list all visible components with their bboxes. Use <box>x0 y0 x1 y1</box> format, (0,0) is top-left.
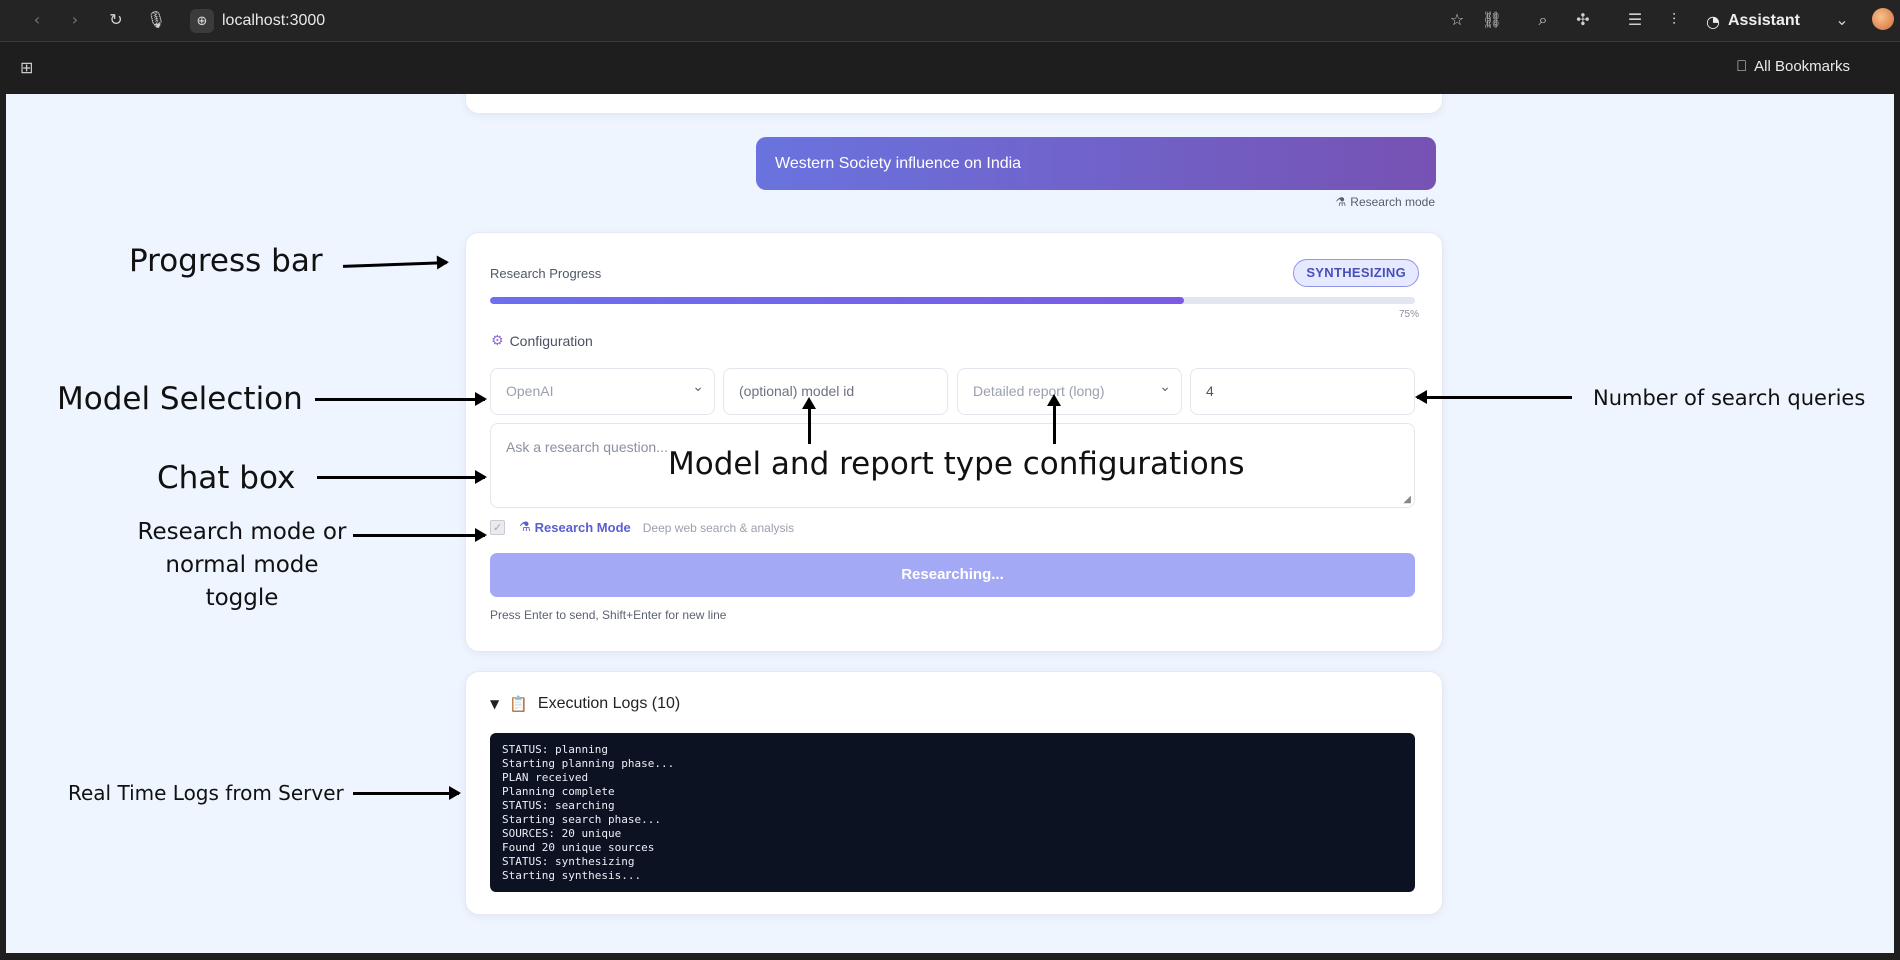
progress-bar <box>490 297 1415 304</box>
all-bookmarks-button[interactable]: ⎕ All Bookmarks <box>1737 57 1850 75</box>
log-line: Found 20 unique sources <box>502 841 655 854</box>
arrow-up-icon <box>802 397 816 444</box>
execution-logs-card: ▼ 📋 Execution Logs (10) STATUS: planning… <box>465 671 1443 915</box>
microphone-icon[interactable]: 🎙 <box>143 7 169 33</box>
chevron-down-icon[interactable]: ⌄ <box>1829 7 1855 33</box>
address-bar[interactable]: ⊕ localhost:3000 <box>190 6 325 36</box>
configuration-heading: ⚙ Configuration <box>491 333 593 349</box>
annotation-research-toggle: Research mode or normal mode toggle <box>137 519 347 611</box>
assistant-label: Assistant <box>1727 12 1800 29</box>
url-text: localhost:3000 <box>222 12 326 29</box>
research-mode-checkbox[interactable]: ✓ <box>490 520 505 535</box>
audio-wave-icon[interactable]: ⫶ <box>1661 7 1687 33</box>
log-line: STATUS: searching <box>502 799 615 812</box>
arrow-icon <box>1415 390 1572 404</box>
log-line: STATUS: planning <box>502 743 608 756</box>
mode-tag-label: Research mode <box>1350 195 1435 209</box>
question-placeholder: Ask a research question... <box>506 439 668 455</box>
browser-toolbar: ‹ › ↻ 🎙 ⊕ localhost:3000 ☆ ⛓ ⌕ ✣ ☰ ⫶ ◔ A… <box>0 0 1900 42</box>
clipboard-icon: 📋 <box>509 695 528 713</box>
annotation-chat-box: Chat box <box>157 460 296 496</box>
annotation-num-queries: Number of search queries <box>1593 386 1866 410</box>
extensions-icon[interactable]: ✣ <box>1570 7 1596 33</box>
log-line: Starting synthesis... <box>502 869 642 882</box>
research-mode-label: Research Mode <box>534 520 631 535</box>
configuration-title: Configuration <box>509 333 593 349</box>
forward-icon[interactable]: › <box>62 7 88 33</box>
annotation-progress-bar: Progress bar <box>129 243 323 279</box>
flask-icon: ⚗ <box>519 520 531 535</box>
bookmarks-bar: ⊞ ⎕ All Bookmarks <box>0 43 1900 94</box>
gear-icon: ⚙ <box>491 333 504 349</box>
annotation-logs: Real Time Logs from Server <box>68 781 344 805</box>
resize-handle-icon[interactable]: ◢ <box>1403 494 1411 505</box>
report-type-select[interactable]: Detailed report (long) <box>957 365 1182 415</box>
provider-select[interactable]: OpenAI <box>490 365 715 415</box>
research-progress-label: Research Progress <box>490 266 602 281</box>
message-mode-tag: ⚗ Research mode <box>1336 195 1435 209</box>
all-bookmarks-label: All Bookmarks <box>1754 57 1850 75</box>
submit-button[interactable]: Researching... <box>490 553 1415 597</box>
research-mode-description: Deep web search & analysis <box>642 520 795 535</box>
bookmark-folder-icon: ⎕ <box>1737 57 1747 75</box>
log-line: Starting search phase... <box>502 813 661 826</box>
log-line: Planning complete <box>502 785 615 798</box>
arrow-icon <box>315 392 487 406</box>
keyboard-hint: Press Enter to send, Shift+Enter for new… <box>490 608 727 622</box>
research-card: Research Progress SYNTHESIZING 75% ⚙ Con… <box>465 232 1443 652</box>
window-bottom-border <box>0 953 1900 960</box>
research-mode-label-group[interactable]: ⚗ Research Mode <box>519 520 631 535</box>
log-line: PLAN received <box>502 771 589 784</box>
progress-percent: 75% <box>1398 309 1419 320</box>
annotation-model-report: Model and report type configurations <box>668 446 1245 482</box>
reading-list-icon[interactable]: ☰ <box>1622 7 1648 33</box>
log-line: STATUS: synthesizing <box>502 855 635 868</box>
arrow-icon <box>353 528 487 542</box>
annotation-model-selection: Model Selection <box>57 381 303 417</box>
assistant-icon: ◔ <box>1706 11 1720 31</box>
log-line: SOURCES: 20 unique <box>502 827 622 840</box>
research-mode-row: ✓ ⚗ Research Mode Deep web search & anal… <box>490 520 794 535</box>
logs-output: STATUS: planning Starting planning phase.… <box>490 733 1415 892</box>
screenshot-search-icon[interactable]: ⌕ <box>1530 7 1556 33</box>
star-icon[interactable]: ☆ <box>1444 7 1470 33</box>
arrow-icon <box>317 470 487 484</box>
logs-toggle[interactable]: ▼ 📋 Execution Logs (10) <box>490 695 680 713</box>
previous-card <box>465 94 1443 114</box>
apps-grid-icon[interactable]: ⊞ <box>20 58 40 78</box>
model-id-input[interactable]: (optional) model id <box>723 368 948 415</box>
num-queries-input[interactable]: 4 <box>1190 368 1415 415</box>
back-icon[interactable]: ‹ <box>24 7 50 33</box>
avatar[interactable] <box>1872 8 1894 30</box>
status-badge: SYNTHESIZING <box>1293 259 1419 287</box>
link-icon[interactable]: ⛓ <box>1479 7 1505 33</box>
arrow-up-icon <box>1047 394 1061 444</box>
arrow-icon <box>353 786 461 800</box>
globe-icon: ⊕ <box>190 9 214 33</box>
triangle-down-icon: ▼ <box>490 697 500 711</box>
reload-icon[interactable]: ↻ <box>103 7 129 33</box>
assistant-button[interactable]: ◔ Assistant <box>1706 6 1800 36</box>
log-line: Starting planning phase... <box>502 757 675 770</box>
logs-title: Execution Logs (10) <box>537 695 681 712</box>
flask-icon: ⚗ <box>1335 195 1347 209</box>
progress-fill <box>490 297 1184 304</box>
user-message-bubble: Western Society influence on India <box>756 137 1436 190</box>
